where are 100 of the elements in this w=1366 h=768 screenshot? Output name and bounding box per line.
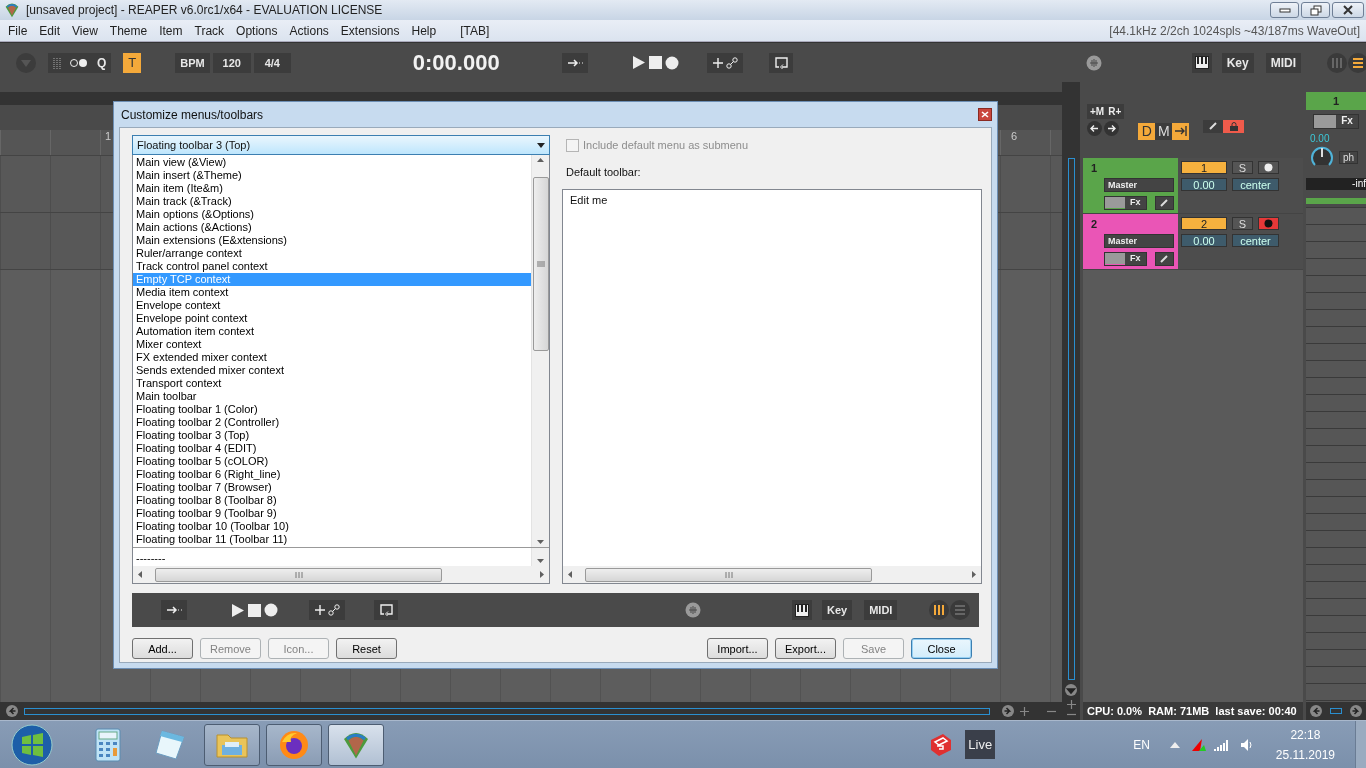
track-name-field[interactable]: Master xyxy=(1104,178,1174,192)
add-envelope-icon[interactable] xyxy=(706,52,743,73)
metronome-icon[interactable] xyxy=(1085,54,1102,71)
close-button[interactable] xyxy=(1332,2,1364,18)
dialog-button[interactable]: Reset xyxy=(336,638,397,659)
scrollbar-thumb[interactable] xyxy=(24,707,990,715)
stop-icon[interactable] xyxy=(648,56,662,69)
tray-expand-icon[interactable] xyxy=(1169,741,1180,748)
tcp-button[interactable]: R+ xyxy=(1108,106,1122,117)
start-button[interactable] xyxy=(8,722,56,767)
record-icon[interactable] xyxy=(664,55,679,70)
loop-icon[interactable] xyxy=(768,52,793,73)
left-arrow-icon[interactable] xyxy=(1087,121,1102,136)
menu-item[interactable]: Extensions xyxy=(334,23,406,38)
play-icon[interactable] xyxy=(631,55,646,70)
scrollbar-thumb[interactable] xyxy=(1067,158,1075,680)
menu-dropdown[interactable]: Floating toolbar 3 (Top) xyxy=(132,135,550,155)
taskbar-button[interactable] xyxy=(328,723,384,766)
taskbar-button[interactable] xyxy=(266,723,322,766)
menu-item[interactable]: File xyxy=(2,23,34,38)
dropdown-option[interactable]: Floating toolbar 1 (Color) xyxy=(133,403,531,416)
calculator-icon[interactable] xyxy=(95,727,121,762)
dropdown-option[interactable]: Floating toolbar 5 (cOLOR) xyxy=(133,455,531,468)
toggle-button[interactable]: D xyxy=(1138,122,1156,140)
dropdown-option[interactable]: Main options (&Options) xyxy=(133,208,531,221)
list-icon[interactable] xyxy=(1348,52,1366,73)
stop-icon[interactable] xyxy=(248,603,261,617)
fx-button[interactable]: Fx xyxy=(1104,196,1147,210)
dropdown-option[interactable]: Floating toolbar 10 (Toolbar 10) xyxy=(133,520,531,533)
dropdown-option[interactable]: Main extensions (E&xtensions) xyxy=(133,234,531,247)
solo-button[interactable]: S xyxy=(1232,217,1253,230)
scroll-left-icon[interactable] xyxy=(136,570,145,579)
track-header[interactable]: 2 Master Fx xyxy=(1083,214,1178,269)
quantize-button[interactable]: Q xyxy=(92,52,112,73)
record-arm-button[interactable] xyxy=(1258,161,1279,174)
dialog-button[interactable]: Export... xyxy=(775,638,836,659)
phase-button[interactable]: ph xyxy=(1339,150,1359,164)
restore-button[interactable] xyxy=(1301,2,1330,18)
key-button[interactable]: Key xyxy=(822,600,853,620)
dropdown-option[interactable]: Floating toolbar 11 (Toolbar 11) xyxy=(133,533,531,546)
menu-item[interactable]: Actions xyxy=(283,23,335,38)
dropdown-option[interactable]: Main insert (&Theme) xyxy=(133,169,531,182)
record-icon[interactable] xyxy=(264,603,278,617)
lock-icon[interactable] xyxy=(1223,119,1245,133)
dropdown-option[interactable]: Sends extended mixer context xyxy=(133,364,531,377)
key-button[interactable]: Key xyxy=(1221,52,1254,73)
dropdown-option[interactable]: Media item context xyxy=(133,286,531,299)
close-button[interactable] xyxy=(978,108,992,121)
pan-field[interactable]: center xyxy=(1232,234,1279,247)
toolbar-item[interactable]: Edit me xyxy=(570,194,974,206)
zoom-out-icon[interactable] xyxy=(1047,709,1056,713)
menu-item[interactable]: Help xyxy=(405,23,443,38)
scroll-left-icon[interactable] xyxy=(6,705,18,717)
menu-item[interactable]: Item xyxy=(153,23,189,38)
expand-icon[interactable] xyxy=(1154,252,1174,266)
solo-button[interactable]: S xyxy=(1232,161,1253,174)
track-header[interactable]: 1 Master Fx xyxy=(1083,158,1178,213)
taskbar-button[interactable] xyxy=(204,723,260,766)
menu-item[interactable]: Options xyxy=(230,23,284,38)
insert-icon[interactable] xyxy=(561,52,588,73)
expand-icon[interactable] xyxy=(1203,119,1224,133)
list-item[interactable]: -------- xyxy=(133,548,531,565)
dropdown-option[interactable]: Envelope point context xyxy=(133,312,531,325)
fx-button[interactable]: Fx xyxy=(1313,114,1359,129)
menu-item[interactable]: Track xyxy=(188,23,231,38)
dropdown-option[interactable]: Mixer context xyxy=(133,338,531,351)
menu-item[interactable]: [TAB] xyxy=(454,23,496,38)
dropdown-option[interactable]: Main track (&Track) xyxy=(133,195,531,208)
dropdown-option[interactable]: Main item (Ite&m) xyxy=(133,182,531,195)
dialog-button[interactable]: Close xyxy=(911,638,972,659)
zoom-in-icon[interactable] xyxy=(1066,700,1076,709)
scroll-right-icon[interactable] xyxy=(537,570,546,579)
piano-icon[interactable] xyxy=(1191,52,1212,73)
expand-icon[interactable] xyxy=(1154,196,1174,210)
scroll-right-icon[interactable] xyxy=(1350,705,1362,717)
notepad-icon[interactable] xyxy=(154,728,186,761)
fx-button[interactable]: Fx xyxy=(1104,252,1147,266)
menu-item[interactable]: View xyxy=(66,23,104,38)
dropdown-option[interactable]: Ruler/arrange context xyxy=(133,247,531,260)
dropdown-option[interactable]: Floating toolbar 6 (Right_line) xyxy=(133,468,531,481)
volume-icon[interactable] xyxy=(1239,737,1254,752)
live-icon[interactable]: Live xyxy=(965,730,996,759)
volume-field[interactable]: 0.00 xyxy=(1181,178,1227,191)
scroll-right-icon[interactable] xyxy=(1002,705,1014,717)
scroll-left-icon[interactable] xyxy=(566,570,575,579)
scroll-down-icon[interactable] xyxy=(1065,684,1077,696)
dropdown-option[interactable]: Envelope context xyxy=(133,299,531,312)
dropdown-option[interactable]: Floating toolbar 7 (Browser) xyxy=(133,481,531,494)
insert-icon[interactable] xyxy=(161,600,187,620)
firefox-icon[interactable] xyxy=(279,729,309,760)
signal-icon[interactable] xyxy=(1213,738,1230,751)
minimize-button[interactable] xyxy=(1270,2,1299,18)
dropdown-option[interactable]: Floating toolbar 9 (Toolbar 9) xyxy=(133,507,531,520)
midi-button[interactable]: MIDI xyxy=(1265,52,1301,73)
skip-icon[interactable] xyxy=(1172,122,1190,140)
scrollbar-thumb[interactable] xyxy=(532,177,549,351)
dropdown-option[interactable]: Automation item context xyxy=(133,325,531,338)
bpm-field[interactable]: 120 xyxy=(212,52,251,73)
dropdown-option[interactable]: Main view (&View) xyxy=(133,156,531,169)
scrollbar-thumb[interactable] xyxy=(1330,708,1342,714)
